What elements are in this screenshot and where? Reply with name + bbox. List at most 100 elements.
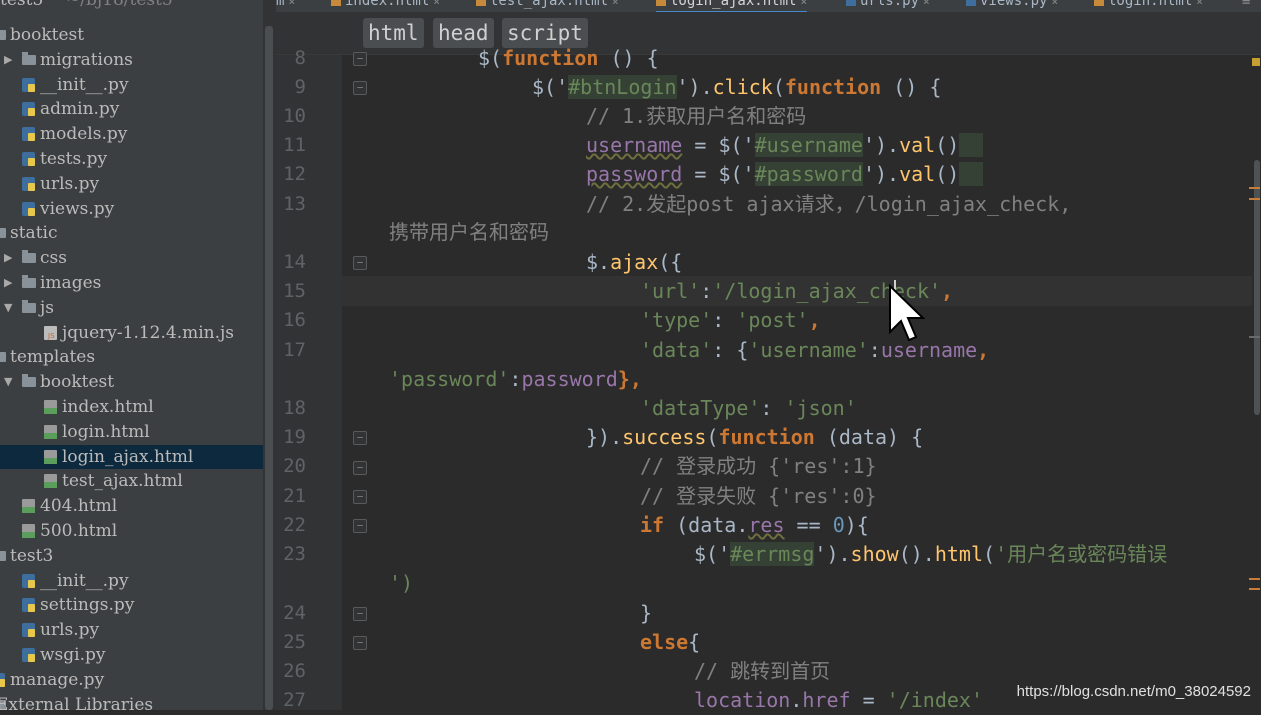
- warning-marker[interactable]: [1252, 58, 1260, 66]
- close-icon[interactable]: ×: [288, 0, 295, 8]
- code-line-12[interactable]: password = $('#password').val(): [586, 160, 984, 189]
- tab-0[interactable]: m ×: [276, 0, 295, 11]
- code-line-22[interactable]: if (data.res == 0){: [640, 511, 869, 540]
- close-icon[interactable]: ×: [612, 0, 619, 8]
- tree-item[interactable]: models.py: [0, 122, 263, 146]
- python-file-icon: [22, 127, 35, 142]
- tab-urls-py[interactable]: urls.py ×: [846, 0, 930, 11]
- code-line-19[interactable]: }).success(function (data) {: [586, 423, 923, 452]
- html-file-icon: [44, 474, 57, 489]
- tree-item[interactable]: 500.html: [0, 519, 263, 543]
- tree-item[interactable]: manage.py: [0, 668, 263, 692]
- tab-views-py[interactable]: views.py ×: [966, 0, 1058, 11]
- tree-item[interactable]: jquery-1.12.4.min.js: [0, 321, 263, 348]
- expand-down-icon[interactable]: ▼: [4, 296, 12, 320]
- fold-icon[interactable]: −: [353, 607, 367, 621]
- error-stripe-marker[interactable]: [1249, 578, 1260, 580]
- tree-item[interactable]: tests.py: [0, 147, 263, 171]
- code-line-25[interactable]: else{: [640, 628, 700, 657]
- tree-item[interactable]: ▶ css: [0, 246, 263, 270]
- code-line-11[interactable]: username = $('#username').val(): [586, 131, 984, 160]
- code-line-16[interactable]: 'type': 'post',: [640, 306, 821, 335]
- code-line-10[interactable]: // 1.获取用户名和密码: [586, 102, 806, 131]
- error-stripe-marker[interactable]: [1249, 336, 1260, 338]
- folder-icon: [0, 550, 6, 561]
- code-line-23-wrap[interactable]: '): [389, 569, 413, 598]
- tree-item[interactable]: settings.py: [0, 593, 263, 617]
- tree-item[interactable]: templates: [0, 345, 263, 369]
- line-number: 15: [283, 280, 306, 302]
- close-icon[interactable]: ×: [1051, 0, 1058, 8]
- expand-right-icon[interactable]: ▶: [4, 271, 12, 295]
- error-stripe-marker[interactable]: [1249, 588, 1260, 590]
- tree-item[interactable]: External Libraries: [0, 693, 263, 710]
- project-root-row[interactable]: test5 ~/bj18/test5: [0, 0, 263, 12]
- code-line-13-wrap[interactable]: 携带用户名和密码: [389, 218, 549, 247]
- close-icon[interactable]: ×: [800, 0, 807, 8]
- tree-item[interactable]: test_ajax.html: [0, 469, 263, 493]
- code-line-9[interactable]: $('#btnLogin').click(function () {: [532, 73, 941, 102]
- fold-icon[interactable]: −: [353, 431, 367, 445]
- close-icon[interactable]: ×: [1196, 0, 1203, 8]
- fold-icon[interactable]: −: [353, 52, 367, 66]
- code-line-21[interactable]: // 登录失败 {'res':0}: [640, 482, 877, 511]
- fold-icon[interactable]: −: [353, 81, 367, 95]
- html-file-icon: [476, 0, 486, 6]
- code-line-18[interactable]: 'dataType': 'json': [640, 394, 857, 423]
- error-stripe-marker[interactable]: [1249, 187, 1260, 189]
- expand-right-icon[interactable]: ▶: [4, 246, 12, 270]
- code-line-17-wrap[interactable]: 'password':password},: [389, 365, 642, 394]
- tree-item-label: js: [40, 297, 54, 318]
- expand-down-icon[interactable]: ▼: [4, 370, 12, 394]
- tree-item[interactable]: views.py: [0, 197, 263, 221]
- close-icon[interactable]: ×: [923, 0, 930, 8]
- code-line-26[interactable]: // 跳转到首页: [694, 657, 830, 686]
- tree-item-label: manage.py: [10, 669, 105, 690]
- tree-item[interactable]: booktest: [0, 23, 263, 47]
- folder-icon: [0, 228, 6, 239]
- tree-item[interactable]: urls.py: [0, 172, 263, 196]
- fold-icon[interactable]: −: [353, 519, 367, 533]
- tab-overflow-icon[interactable]: ≡: [1242, 0, 1250, 11]
- tab-index-html[interactable]: index.html ×: [331, 0, 440, 11]
- fold-icon[interactable]: −: [353, 490, 367, 504]
- tree-item[interactable]: ▼ booktest: [0, 370, 263, 394]
- sidebar-scrollbar-thumb[interactable]: [265, 26, 273, 710]
- tree-item[interactable]: admin.py: [0, 97, 263, 121]
- tree-item[interactable]: login.html: [0, 420, 263, 444]
- code-line-23[interactable]: $('#errmsg').show().html('用户名或密码错误: [694, 540, 1167, 569]
- tab-test-ajax-html[interactable]: test_ajax.html ×: [476, 0, 619, 11]
- tree-item[interactable]: urls.py: [0, 618, 263, 642]
- fold-icon[interactable]: −: [353, 256, 367, 270]
- tree-item[interactable]: __init__.py: [0, 569, 263, 593]
- code-line-17[interactable]: 'data': {'username':username,: [640, 336, 989, 365]
- close-icon[interactable]: ×: [433, 0, 440, 8]
- tree-item[interactable]: static: [0, 221, 263, 245]
- tree-item[interactable]: login_ajax.html: [0, 444, 263, 469]
- expand-right-icon[interactable]: ▶: [4, 48, 12, 72]
- html-file-icon: [22, 524, 35, 538]
- code-line-13[interactable]: // 2.发起post ajax请求，/login_ajax_check,: [586, 190, 1071, 219]
- tree-item[interactable]: index.html: [0, 395, 263, 419]
- tree-item-label: settings.py: [40, 595, 135, 616]
- error-stripe-marker[interactable]: [1249, 198, 1260, 200]
- fold-icon[interactable]: −: [353, 461, 367, 475]
- tree-item[interactable]: test3: [0, 544, 263, 568]
- tab-login-html[interactable]: login.html ×: [1094, 0, 1203, 11]
- tree-item[interactable]: 404.html: [0, 494, 263, 518]
- code-line-24[interactable]: }: [640, 599, 652, 628]
- line-number: 20: [283, 455, 306, 477]
- line-number: 27: [283, 689, 306, 711]
- tree-item[interactable]: ▶ images: [0, 271, 263, 295]
- code-line-27[interactable]: location.href = '/index': [694, 686, 983, 715]
- tree-item[interactable]: wsgi.py: [0, 643, 263, 667]
- tree-item[interactable]: ▼ js: [0, 296, 263, 320]
- breadcrumb-html[interactable]: html: [363, 18, 424, 48]
- tree-item[interactable]: ▶ migrations: [0, 48, 263, 72]
- code-line-14[interactable]: $.ajax({: [586, 248, 682, 277]
- code-line-20[interactable]: // 登录成功 {'res':1}: [640, 452, 877, 481]
- line-number: 16: [283, 309, 306, 331]
- tree-item[interactable]: __init__.py: [0, 73, 263, 97]
- code-line-8[interactable]: $(function () {: [478, 44, 659, 73]
- fold-icon[interactable]: −: [353, 636, 367, 650]
